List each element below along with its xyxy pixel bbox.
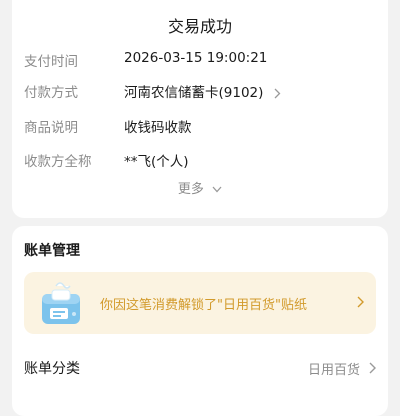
payment-method-value[interactable]: 河南农信储蓄卡(9102) (124, 81, 281, 101)
chevron-right-icon (369, 362, 376, 374)
section-title: 账单管理 (24, 243, 80, 259)
status-title: 交易成功 (167, 17, 232, 36)
bill-management-card: 账单管理 你因这笔消费解锁了"日用百货"贴纸 账单分类 日用百货 (12, 226, 388, 416)
category-value: 日用百货 (307, 363, 360, 378)
detail-row-description: 商品说明 收钱码收款 (12, 114, 388, 138)
sticker-box-icon (42, 282, 80, 324)
detail-row-payee: 收款方全称 **飞(个人) (12, 148, 388, 172)
detail-value: 2026-03-15 19:00:21 (124, 50, 268, 66)
detail-value: **飞(个人) (124, 154, 189, 170)
transaction-card: 交易成功 支付时间 2026-03-15 19:00:21 付款方式 河南农信储… (12, 0, 388, 218)
detail-value: 收钱码收款 (124, 120, 192, 136)
chevron-down-icon (212, 186, 222, 193)
payment-method-text: 河南农信储蓄卡(9102) (124, 85, 264, 101)
sticker-unlock-text: 你因这笔消费解锁了"日用百货"贴纸 (100, 298, 307, 313)
detail-row-payment-method[interactable]: 付款方式 河南农信储蓄卡(9102) (12, 79, 388, 103)
detail-label: 付款方式 (24, 85, 78, 101)
more-button[interactable]: 更多 (12, 178, 388, 197)
category-label: 账单分类 (24, 361, 80, 377)
more-label: 更多 (177, 182, 204, 197)
bill-category-row[interactable]: 账单分类 日用百货 (12, 354, 388, 384)
detail-row-pay-time: 支付时间 2026-03-15 19:00:21 (12, 48, 388, 72)
chevron-right-icon (357, 296, 364, 308)
detail-label: 收款方全称 (24, 154, 92, 170)
chevron-right-icon (274, 88, 281, 98)
detail-label: 支付时间 (24, 54, 78, 70)
sticker-unlock-banner[interactable]: 你因这笔消费解锁了"日用百货"贴纸 (24, 272, 376, 334)
detail-label: 商品说明 (24, 120, 78, 136)
